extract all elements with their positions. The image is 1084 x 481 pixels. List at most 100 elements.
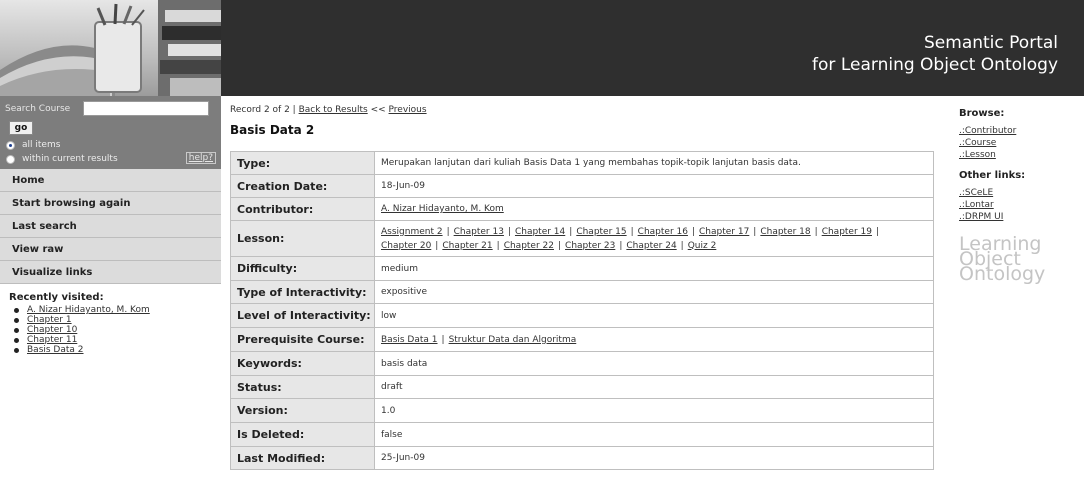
right-sidebar: Browse: .:Contributor .:Course .:Lesson …: [959, 96, 1079, 285]
bullet-icon: [14, 327, 19, 333]
table-row: Type of Interactivity: expositive: [230, 280, 934, 304]
lesson-link[interactable]: Chapter 22: [504, 241, 554, 251]
version-value: 1.0: [374, 398, 934, 423]
lesson-link[interactable]: Chapter 17: [699, 227, 749, 237]
bullet-icon: [14, 337, 19, 343]
table-row: Contributor: A. Nizar Hidayanto, M. Kom: [230, 197, 934, 221]
table-row: Version: 1.0: [230, 398, 934, 423]
table-row: Lesson: Assignment 2 | Chapter 13 | Chapter …: [230, 220, 934, 257]
lesson-link[interactable]: Chapter 14: [515, 227, 565, 237]
lesson-link[interactable]: Chapter 23: [565, 241, 615, 251]
nav-view-raw[interactable]: View raw: [0, 238, 221, 261]
type-label: Type:: [230, 151, 375, 175]
contributor-label: Contributor:: [230, 197, 375, 221]
lontar-link[interactable]: .:Lontar: [959, 200, 994, 210]
bullet-icon: [14, 347, 19, 353]
recent-link[interactable]: Chapter 10: [27, 325, 77, 335]
nav-start-browsing-again[interactable]: Start browsing again: [0, 192, 221, 215]
prerequisite-link[interactable]: Struktur Data dan Algoritma: [449, 335, 577, 345]
lesson-link[interactable]: Chapter 19: [822, 227, 872, 237]
search-course-input[interactable]: [83, 101, 209, 116]
record-detail-table: Type: Merupakan lanjutan dari kuliah Bas…: [230, 151, 934, 470]
lesson-link[interactable]: Chapter 21: [442, 241, 492, 251]
is-deleted-label: Is Deleted:: [230, 422, 375, 447]
radio-all-items[interactable]: all items: [6, 140, 60, 150]
lesson-label: Lesson:: [230, 220, 375, 257]
previous-link[interactable]: Previous: [389, 105, 427, 115]
list-item: Chapter 10: [14, 325, 221, 335]
table-row: Last Modified: 25-Jun-09: [230, 446, 934, 470]
interactivity-level-label: Level of Interactivity:: [230, 303, 375, 328]
recent-link[interactable]: Chapter 11: [27, 335, 77, 345]
creation-date-value: 18-Jun-09: [374, 174, 934, 198]
table-row: Difficulty: medium: [230, 256, 934, 281]
creation-date-label: Creation Date:: [230, 174, 375, 198]
lesson-link[interactable]: Quiz 2: [688, 241, 717, 251]
keywords-value: basis data: [374, 351, 934, 376]
lesson-link[interactable]: Chapter 24: [626, 241, 676, 251]
prerequisite-link[interactable]: Basis Data 1: [381, 335, 438, 345]
lesson-link[interactable]: Chapter 15: [576, 227, 626, 237]
lesson-link[interactable]: Chapter 20: [381, 241, 431, 251]
other-links: .:SCeLE .:Lontar .:DRPM UI: [959, 187, 1079, 223]
scele-link[interactable]: .:SCeLE: [959, 188, 993, 198]
table-row: Keywords: basis data: [230, 351, 934, 376]
table-row: Creation Date: 18-Jun-09: [230, 174, 934, 198]
list-item: Chapter 11: [14, 335, 221, 345]
drpm-ui-link[interactable]: .:DRPM UI: [959, 212, 1003, 222]
browse-links: .:Contributor .:Course .:Lesson: [959, 125, 1079, 161]
list-item: Chapter 1: [14, 315, 221, 325]
back-to-results-link[interactable]: Back to Results: [299, 105, 368, 115]
recent-link[interactable]: A. Nizar Hidayanto, M. Kom: [27, 305, 150, 315]
contributor-link[interactable]: A. Nizar Hidayanto, M. Kom: [381, 204, 504, 214]
go-button[interactable]: go: [9, 121, 33, 135]
logo-line3: Ontology: [959, 263, 1046, 285]
radio-all-items-label: all items: [22, 140, 61, 150]
interactivity-type-label: Type of Interactivity:: [230, 280, 375, 304]
table-row: Is Deleted: false: [230, 422, 934, 447]
table-row: Status: draft: [230, 375, 934, 399]
lesson-value-cell: Assignment 2 | Chapter 13 | Chapter 14 | Chapt…: [374, 220, 934, 257]
site-title: Semantic Portal for Learning Object Onto…: [812, 32, 1058, 76]
left-sidebar: Search Course go all items within curren…: [0, 96, 221, 355]
books-pencils-illustration: [0, 0, 221, 96]
recent-link[interactable]: Basis Data 2: [27, 345, 84, 355]
help-link[interactable]: help?: [185, 152, 216, 164]
radio-unselected-icon[interactable]: [6, 154, 15, 164]
radio-selected-icon[interactable]: [6, 140, 15, 150]
lesson-link[interactable]: Chapter 16: [638, 227, 688, 237]
browse-heading: Browse:: [959, 108, 1005, 119]
lesson-link[interactable]: Assignment 2: [381, 227, 443, 237]
search-panel: Search Course go all items within curren…: [0, 96, 221, 169]
list-item: A. Nizar Hidayanto, M. Kom: [14, 305, 221, 315]
recently-visited-list: A. Nizar Hidayanto, M. Kom Chapter 1 Cha…: [0, 305, 221, 355]
search-label: Search Course: [5, 104, 71, 114]
nav-last-search[interactable]: Last search: [0, 215, 221, 238]
lesson-link[interactable]: Chapter 13: [454, 227, 504, 237]
site-title-line2: for Learning Object Ontology: [812, 55, 1058, 75]
last-modified-value: 25-Jun-09: [374, 446, 934, 470]
prerequisite-label: Prerequisite Course:: [230, 327, 375, 352]
table-row: Prerequisite Course: Basis Data 1 | Strukt…: [230, 327, 934, 352]
table-row: Type: Merupakan lanjutan dari kuliah Bas…: [230, 151, 934, 175]
nav-visualize-links[interactable]: Visualize links: [0, 261, 221, 284]
radio-within-results[interactable]: within current results: [6, 154, 118, 164]
list-item: Basis Data 2: [14, 345, 221, 355]
header-photo-books-pencils: [0, 0, 221, 96]
bullet-icon: [14, 307, 19, 313]
previous-arrows: <<: [370, 105, 386, 115]
table-row: Level of Interactivity: low: [230, 303, 934, 328]
type-value: Merupakan lanjutan dari kuliah Basis Dat…: [374, 151, 934, 175]
browse-course-link[interactable]: .:Course: [959, 138, 996, 148]
prerequisite-value-cell: Basis Data 1 | Struktur Data dan Algoritma: [374, 327, 934, 352]
browse-contributor-link[interactable]: .:Contributor: [959, 126, 1016, 136]
lesson-link[interactable]: Chapter 18: [760, 227, 810, 237]
nav-home[interactable]: Home: [0, 169, 221, 192]
is-deleted-value: false: [374, 422, 934, 447]
recent-link[interactable]: Chapter 1: [27, 315, 72, 325]
main-content: Record 2 of 2 | Back to Results << Previ…: [230, 96, 934, 470]
record-position: Record 2 of 2 |: [230, 105, 296, 115]
status-label: Status:: [230, 375, 375, 399]
bullet-icon: [14, 317, 19, 323]
browse-lesson-link[interactable]: .:Lesson: [959, 150, 996, 160]
